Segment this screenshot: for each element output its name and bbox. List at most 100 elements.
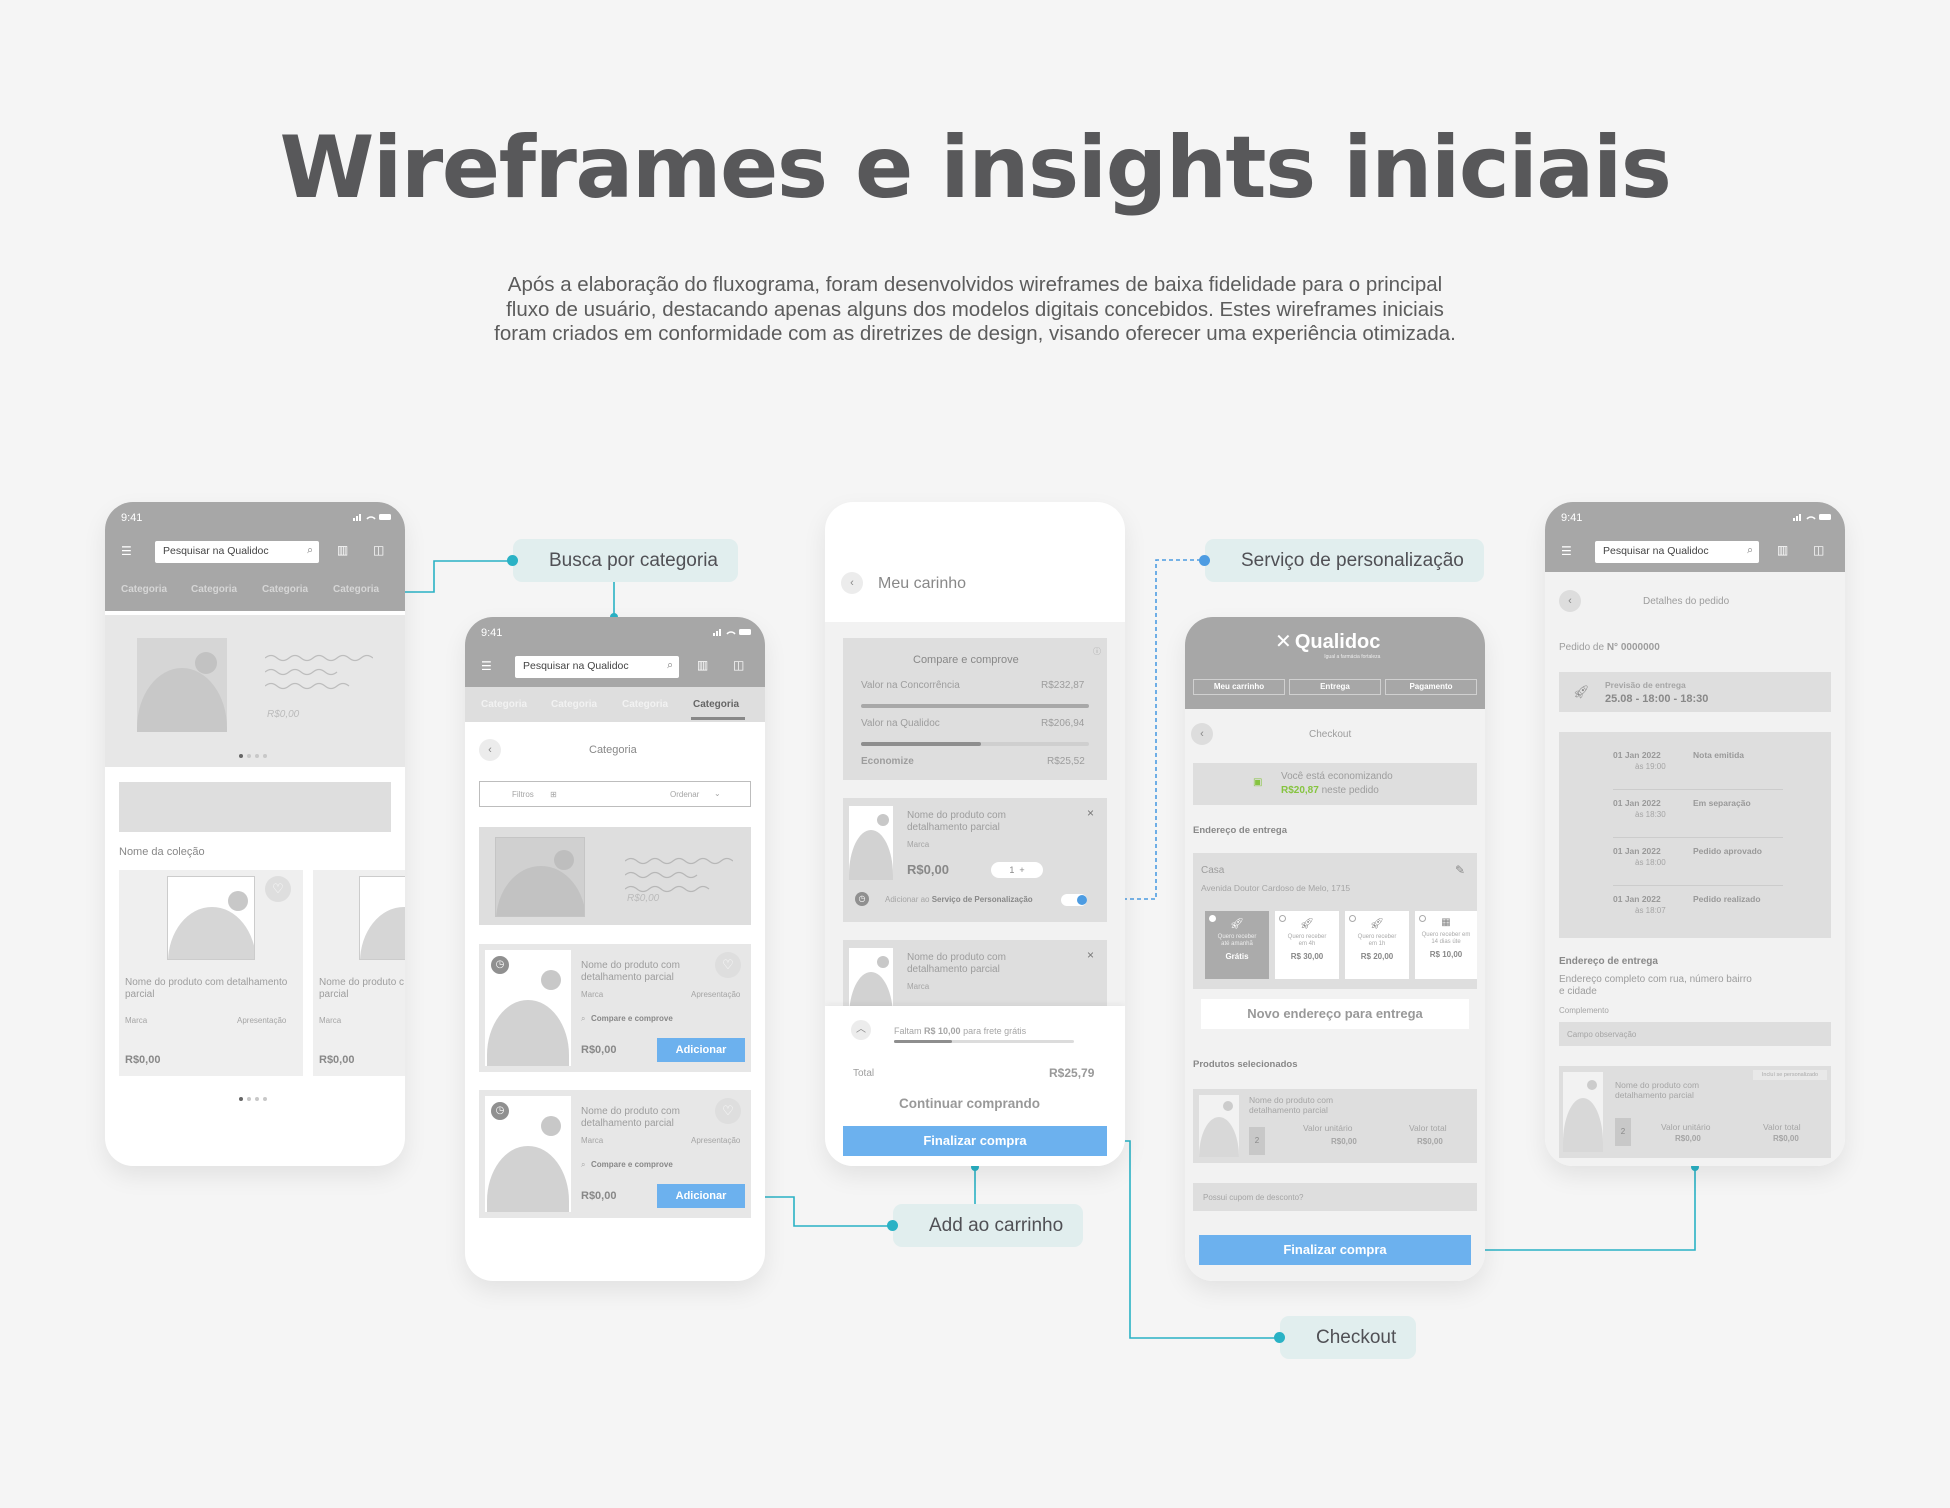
savings-icon: ▣: [1253, 777, 1263, 788]
menu-icon[interactable]: ☰: [1561, 544, 1572, 558]
competitor-bar: [861, 704, 1089, 708]
back-button[interactable]: ‹: [841, 572, 863, 594]
search-input[interactable]: Pesquisar na Qualidoc ⌕: [515, 656, 679, 678]
compare-link[interactable]: Compare e comprove: [591, 1160, 673, 1169]
product-row[interactable]: ◷ Nome do produto com detalhamento parci…: [479, 1090, 751, 1218]
quantity-badge: 2: [1615, 1118, 1631, 1146]
radio-selected: [1209, 915, 1216, 922]
collection-banner[interactable]: [119, 782, 391, 832]
label-servico-personalizacao: Serviço de personalização: [1199, 539, 1484, 582]
favorite-icon[interactable]: ♡: [715, 952, 741, 978]
barcode-icon[interactable]: ▥: [697, 658, 708, 672]
add-to-cart-button[interactable]: Adicionar: [657, 1038, 745, 1062]
status-icons: [1793, 514, 1831, 521]
wireframe-detalhes-pedido: 9:41 ☰ Pesquisar na Qualidoc ⌕ ▥ ◫ ‹ Deta…: [1545, 502, 1845, 1166]
logo-icon: ✕: [1275, 631, 1292, 653]
favorite-icon[interactable]: ♡: [265, 876, 291, 902]
delivery-forecast: 🚀︎ Previsão de entrega 25.08 - 18:00 - 1…: [1559, 672, 1831, 712]
product-image: [849, 806, 893, 880]
chevron-up-icon[interactable]: ︿: [851, 1020, 871, 1040]
remove-icon[interactable]: ×: [1087, 806, 1094, 820]
product-image: ◷: [485, 1096, 571, 1212]
filter-icon: ⊞: [550, 790, 557, 799]
barcode-icon[interactable]: ▥: [1777, 543, 1788, 557]
product-card[interactable]: Nome do produto c parcial Marca R$0,00: [313, 870, 405, 1076]
category-tab[interactable]: Categoria: [262, 584, 308, 595]
screen-title: Meu carinho: [878, 575, 967, 592]
status-icons: [353, 514, 391, 521]
banner-price: R$0,00: [267, 709, 300, 720]
order-timeline: 01 Jan 2022 às 19:00 Nota emitida 01 Jan…: [1559, 732, 1831, 938]
banner-pagination[interactable]: [237, 749, 269, 761]
back-button[interactable]: ‹: [1559, 590, 1581, 612]
timeline-item: 01 Jan 2022 às 18:07 Pedido realizado: [1613, 894, 1761, 915]
category-tab[interactable]: Categoria: [481, 699, 527, 710]
radio: [1419, 915, 1426, 922]
barcode-icon[interactable]: ▥: [337, 543, 348, 557]
bag-icon[interactable]: ◫: [1813, 543, 1824, 557]
step-meu-carrinho[interactable]: Meu carrinho: [1193, 679, 1285, 695]
intro-text: Após a elaboração do fluxograma, foram d…: [494, 273, 1456, 345]
remove-icon[interactable]: ×: [1087, 948, 1094, 962]
favorite-icon[interactable]: ♡: [715, 1098, 741, 1124]
wireframe-home: 9:41 ☰ Pesquisar na Qualidoc ⌕ ▥ ◫ Catego…: [105, 502, 405, 1166]
clock-icon: ◷: [491, 1102, 509, 1120]
label-checkout: Checkout: [1274, 1316, 1417, 1359]
order-product: Incluí se personalizado Nome do produto …: [1559, 1066, 1831, 1158]
quantity-badge: 2: [1249, 1127, 1265, 1155]
info-icon[interactable]: ⓘ: [1093, 646, 1101, 657]
delivery-option[interactable]: 🚀︎ Quero receber em 1h R$ 20,00: [1345, 911, 1409, 979]
finish-purchase-button[interactable]: Finalizar compra: [843, 1126, 1107, 1156]
compare-link[interactable]: Compare e comprove: [591, 1014, 673, 1023]
filter-bar[interactable]: Filtros ⊞ Ordenar ⌄: [479, 781, 751, 807]
category-tab[interactable]: Categoria: [333, 584, 379, 595]
search-input[interactable]: Pesquisar na Qualidoc ⌕: [155, 541, 319, 563]
category-tab-active[interactable]: Categoria: [693, 699, 739, 710]
cart-item[interactable]: Nome do produto com detalhamento parcial…: [843, 798, 1107, 922]
step-entrega[interactable]: Entrega: [1289, 679, 1381, 695]
product-image: ◷: [485, 950, 571, 1066]
rocket-icon: 🚀︎: [1573, 684, 1590, 699]
product-row[interactable]: ◷ ◷ Nome do produto com detalhamento par…: [479, 944, 751, 1072]
wireframe-categoria: 9:41 ☰ Pesquisar na Qualidoc ⌕ ▥ ◫ Catego…: [465, 617, 765, 1281]
category-tab[interactable]: Categoria: [191, 584, 237, 595]
back-button[interactable]: ‹: [1191, 723, 1213, 745]
products-pagination[interactable]: [237, 1092, 269, 1104]
selected-product[interactable]: Nome do produto com detalhamento parcial…: [1193, 1089, 1477, 1163]
observation-field[interactable]: Campo observação: [1559, 1022, 1831, 1046]
edit-icon[interactable]: ✎: [1455, 863, 1465, 877]
bag-icon[interactable]: ◫: [733, 658, 744, 672]
quantity-stepper[interactable]: 1 +: [991, 862, 1043, 878]
search-icon: ⌕: [1747, 544, 1753, 556]
menu-icon[interactable]: ☰: [121, 544, 132, 558]
delivery-option-selected[interactable]: 🚀︎ Quero receber até amanhã Grátis: [1205, 911, 1269, 979]
category-tab[interactable]: Categoria: [622, 699, 668, 710]
add-to-cart-button[interactable]: Adicionar: [657, 1184, 745, 1208]
cart-item[interactable]: Nome do produto com detalhamento parcial…: [843, 940, 1107, 1010]
personalize-toggle[interactable]: [1061, 894, 1087, 906]
category-tab[interactable]: Categoria: [121, 584, 167, 595]
product-image: [167, 876, 255, 960]
clock-icon: ◷: [855, 892, 869, 906]
timeline-item: 01 Jan 2022 às 18:30 Em separação: [1613, 798, 1783, 838]
menu-icon[interactable]: ☰: [481, 659, 492, 673]
search-icon: ⌕: [581, 1014, 586, 1023]
product-card[interactable]: ♡ Nome do produto com detalhamento parci…: [119, 870, 303, 1076]
coupon-input[interactable]: Possui cupom de desconto?: [1193, 1183, 1477, 1211]
step-pagamento[interactable]: Pagamento: [1385, 679, 1477, 695]
new-address-button[interactable]: Novo endereço para entrega: [1201, 999, 1469, 1029]
cart-footer: ︿ Faltam R$ 10,00 para frete grátis Tota…: [825, 1006, 1125, 1166]
address-card[interactable]: Casa ✎ Avenida Doutor Cardoso de Melo, 1…: [1193, 853, 1477, 989]
finish-purchase-button[interactable]: Finalizar compra: [1199, 1235, 1471, 1265]
category-tab[interactable]: Categoria: [551, 699, 597, 710]
label-add-ao-carrinho: Add ao carrinho: [887, 1204, 1084, 1247]
search-input[interactable]: Pesquisar na Qualidoc ⌕: [1595, 541, 1759, 563]
radio: [1349, 915, 1356, 922]
bag-icon[interactable]: ◫: [373, 543, 384, 557]
delivery-option[interactable]: 🚀︎ Quero receber em 4h R$ 30,00: [1275, 911, 1339, 979]
screen-title: Checkout: [1309, 729, 1352, 740]
continue-shopping-link[interactable]: Continuar comprando: [899, 1096, 1040, 1111]
timeline-item: 01 Jan 2022 às 19:00 Nota emitida: [1613, 750, 1783, 790]
delivery-option[interactable]: ▦ Quero receber em 14 dias úte R$ 10,00: [1415, 911, 1477, 979]
back-button[interactable]: ‹: [479, 739, 501, 761]
